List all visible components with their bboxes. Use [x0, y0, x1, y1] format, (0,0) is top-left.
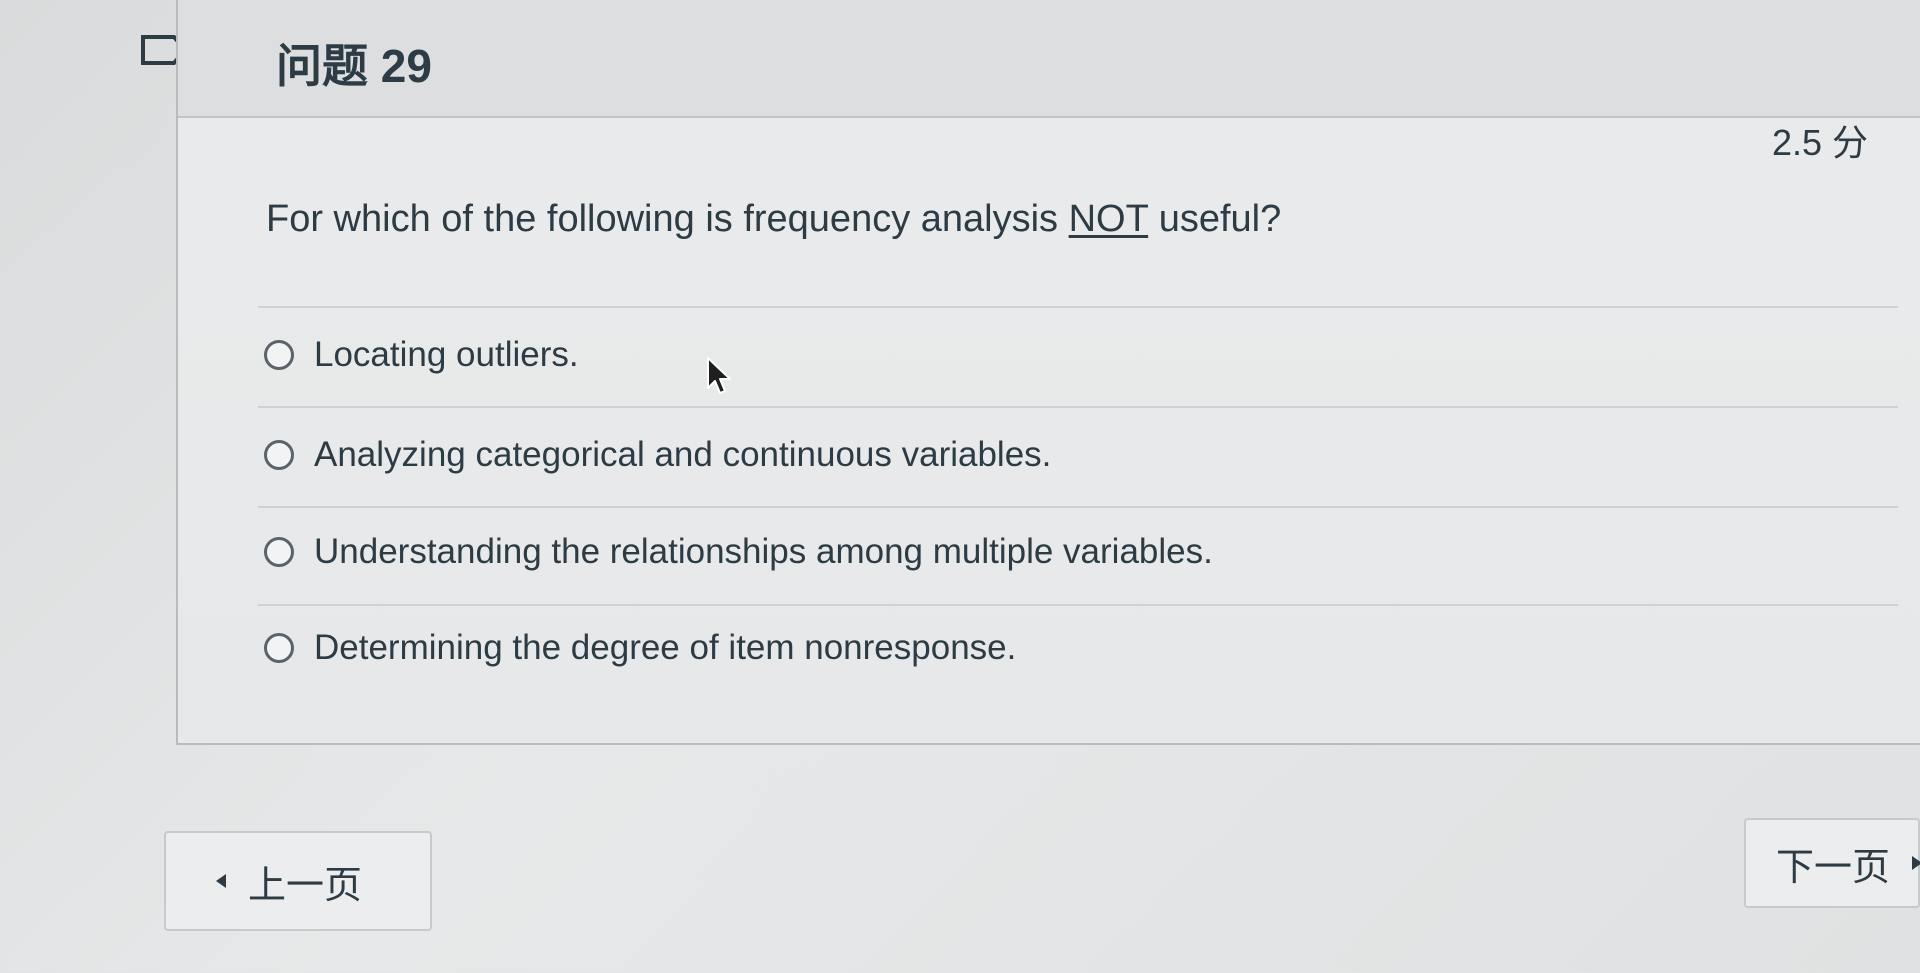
radio-button[interactable]: [264, 440, 294, 470]
radio-button[interactable]: [264, 537, 294, 567]
answer-divider: [258, 306, 1898, 308]
answer-option[interactable]: Analyzing categorical and continuous var…: [264, 425, 1051, 485]
radio-button[interactable]: [264, 340, 294, 370]
triangle-right-icon: [1912, 856, 1920, 870]
question-text-before: For which of the following is frequency …: [266, 198, 1069, 240]
answer-label: Locating outliers.: [314, 335, 579, 374]
next-page-button[interactable]: 下一页: [1744, 818, 1920, 908]
answer-label: Understanding the relationships among mu…: [314, 532, 1213, 571]
answer-divider: [258, 604, 1898, 606]
question-header: 问题 29: [178, 0, 1920, 118]
answer-option[interactable]: Understanding the relationships among mu…: [264, 522, 1213, 582]
question-title: 问题 29: [276, 40, 432, 92]
triangle-left-icon: [216, 874, 226, 888]
question-points: 2.5 分: [1771, 122, 1868, 163]
answer-label: Determining the degree of item nonrespon…: [314, 628, 1017, 667]
question-text-emphasis: NOT: [1068, 198, 1149, 240]
answer-label: Analyzing categorical and continuous var…: [314, 435, 1052, 474]
question-text-after: useful?: [1148, 198, 1282, 240]
answer-divider: [258, 406, 1898, 408]
previous-page-label: 上一页: [248, 864, 363, 907]
next-page-label: 下一页: [1776, 846, 1891, 889]
answer-divider: [258, 506, 1898, 508]
mouse-pointer-icon: [707, 357, 731, 394]
question-card: 问题 29 2.5 分 For which of the following i…: [176, 0, 1920, 745]
previous-page-button[interactable]: 上一页: [164, 831, 432, 931]
question-text: For which of the following is frequency …: [266, 198, 1281, 241]
answer-option[interactable]: Determining the degree of item nonrespon…: [264, 618, 1016, 678]
answer-option[interactable]: Locating outliers.: [264, 325, 579, 385]
radio-button[interactable]: [264, 633, 294, 663]
